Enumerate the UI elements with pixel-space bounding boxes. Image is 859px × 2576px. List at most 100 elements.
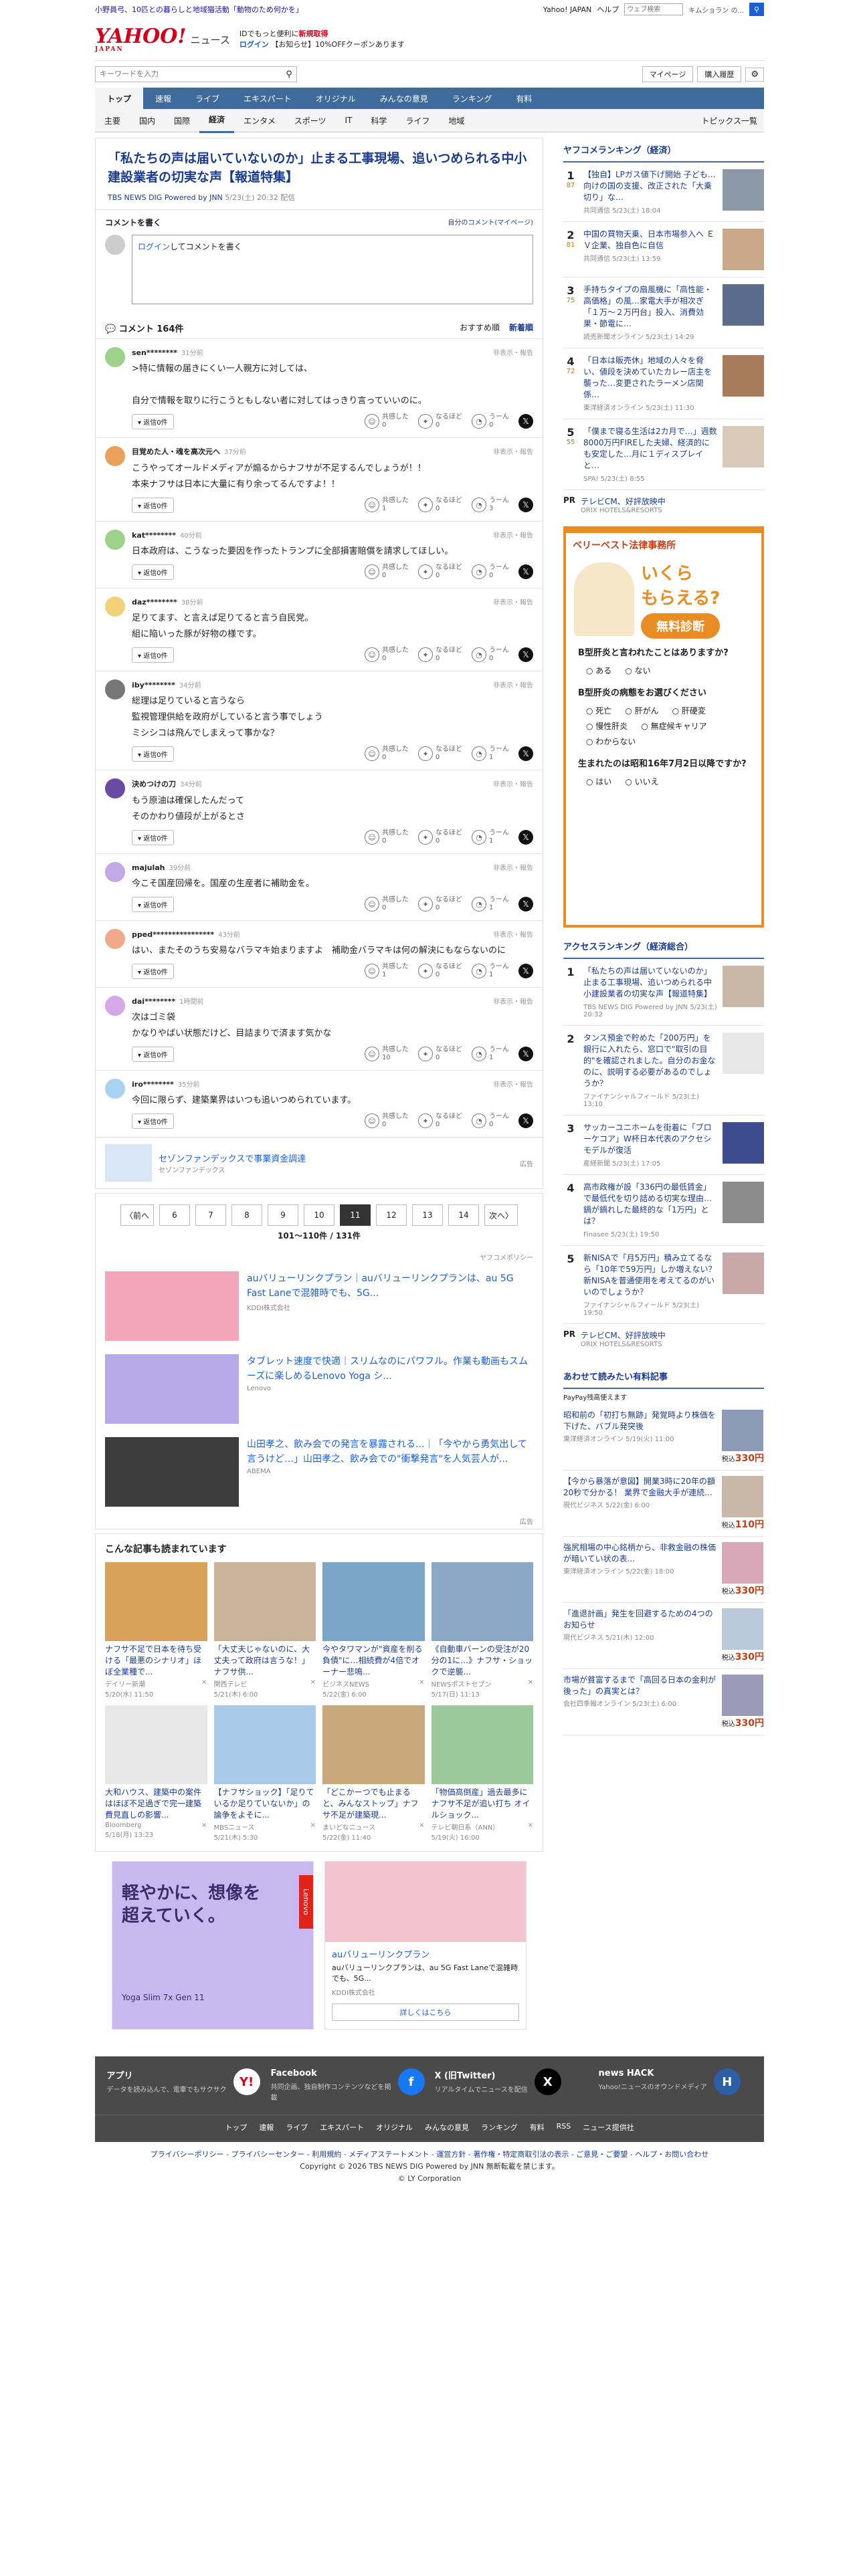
close-icon[interactable]: ×	[201, 1822, 207, 1839]
footer-link[interactable]: エキスパート	[320, 2122, 364, 2133]
ad-item[interactable]: タブレット速度で快適｜スリムなのにパワフル。作業も動画もスムーズに楽しめるLen…	[96, 1348, 543, 1430]
ranking-item[interactable]: 3 サッカーユニホームを街着に「ブローケコア」W杯日本代表のアクセシモデルが復活産…	[563, 1115, 764, 1175]
reply-button[interactable]: ▾ 返信0件	[132, 564, 174, 580]
hmm-button[interactable]: ◔ うーん 1	[472, 829, 509, 845]
insight-button[interactable]: ✦ なるほど 0	[418, 963, 462, 979]
report-link[interactable]: 非表示・報告	[493, 996, 533, 1006]
agree-button[interactable]: ☺ 共感した 0	[365, 647, 409, 663]
avatar[interactable]	[105, 679, 125, 700]
ranking-item[interactable]: 4 高市政権が設「336円の最低賃金」で最低代を切り詰める切実な理由…鍋が鍋れした…	[563, 1175, 764, 1246]
close-icon[interactable]: ×	[310, 1679, 316, 1699]
ranking-item[interactable]: 5 新NISAで「月5万円」積み立てるなら「10年で59万円」しか増えない？ 新N…	[563, 1246, 764, 1324]
x-share-icon[interactable]: 𝕏	[518, 830, 533, 845]
ad-item[interactable]: 山田孝之、飲み会での発言を暴露される...｜「今やから勇気出して言うけど…」山田…	[96, 1430, 543, 1513]
sort-new[interactable]: 新着順	[509, 323, 533, 332]
page-button[interactable]: 11	[340, 1204, 371, 1226]
search-icon[interactable]: ⚲	[282, 70, 296, 80]
recommended-item[interactable]: ナフサ不足で日本を待ち受ける「最悪のシナリオ」ほぼ全業種で... デイリー新潮 5/…	[105, 1562, 207, 1699]
tab-category-8[interactable]: ライフ	[396, 109, 439, 132]
agree-button[interactable]: ☺ 共感した 1	[365, 497, 409, 513]
tab-category-0[interactable]: 主要	[95, 109, 130, 132]
tab-category-5[interactable]: スポーツ	[285, 109, 336, 132]
ranking-item[interactable]: 2 タンス預金で貯めた「200万円」を銀行に入れたら、窓口で"取引の目的"を確認さ…	[563, 1026, 764, 1115]
radio-option[interactable]: 無症候キャリア	[641, 720, 707, 732]
purchase-history-button[interactable]: 購入履歴	[697, 66, 742, 82]
insight-button[interactable]: ✦ なるほど 0	[418, 746, 462, 762]
lenovo-ad[interactable]: 軽やかに、想像を超えていく。 Yoga Slim 7x Gen 11 Lenov…	[112, 1861, 314, 2030]
report-link[interactable]: 非表示・報告	[493, 597, 533, 607]
tab-category-2[interactable]: 国際	[165, 109, 199, 132]
report-link[interactable]: 非表示・報告	[493, 929, 533, 939]
footer-link[interactable]: ランキング	[481, 2122, 518, 2133]
ranking-item[interactable]: 5 55 「僕まで寝る生活は2カ月で…」週数8000万円FIREした夫婦、経済的にも…	[563, 419, 764, 490]
help-link[interactable]: ヘルプ	[597, 4, 619, 15]
close-icon[interactable]: ×	[528, 1679, 533, 1699]
footer-app-item[interactable]: Facebook 共同企画、独自制作コンテンツなどを掲載 f	[271, 2068, 425, 2103]
agree-button[interactable]: ☺ 共感した 0	[365, 1113, 409, 1129]
x-share-icon[interactable]: 𝕏	[518, 1047, 533, 1061]
ranking-item[interactable]: 4 72 「日本は販売休」地域の人々を脅い、値段を決めていたカレー店主を襲った…変更…	[563, 348, 764, 419]
close-icon[interactable]: ×	[419, 1679, 424, 1699]
insight-button[interactable]: ✦ なるほど 0	[418, 1113, 462, 1129]
report-link[interactable]: 非表示・報告	[493, 530, 533, 540]
ranking-item[interactable]: 1 「私たちの声は届いていないのか」止まる工事現場、追いつめられる中小建設業者の切…	[563, 959, 764, 1026]
inline-ad[interactable]: セゾンファンデックスで事業資金調達 セゾンファンデックス 広告	[96, 1137, 543, 1188]
footer-app-item[interactable]: X (旧Twitter) リアルタイムでニュースを配信 X	[435, 2068, 589, 2103]
tab-main-7[interactable]: 有料	[504, 88, 544, 109]
yahoo-logo[interactable]: YAHOO! JAPAN	[95, 26, 187, 53]
reply-button[interactable]: ▾ 返信0件	[132, 1113, 174, 1129]
x-share-icon[interactable]: 𝕏	[518, 414, 533, 429]
report-link[interactable]: 非表示・報告	[493, 679, 533, 689]
footer-link[interactable]: 速報	[259, 2122, 274, 2133]
reply-button[interactable]: ▾ 返信0件	[132, 829, 174, 845]
recommended-item[interactable]: 「物価高倒産」過去最多に ナフサ不足が追い打ち オイルショック... テレビ朝日系…	[431, 1705, 533, 1842]
hmm-button[interactable]: ◔ うーん 0	[472, 647, 509, 663]
footer-link[interactable]: 有料	[530, 2122, 545, 2133]
recommended-item[interactable]: 「大丈夫じゃないのに、大丈夫って政府は言うな！」ナフサ供... 関西テレビ 5/21…	[213, 1562, 316, 1699]
tab-main-0[interactable]: トップ	[95, 88, 144, 109]
ranking-item[interactable]: 1 87 【独自】LPガス値下げ開始 子ども…向けの国の支援、改正された「大乗切り」…	[563, 163, 764, 222]
comment-user[interactable]: iby********	[132, 681, 175, 689]
radio-option[interactable]: 肝がん	[625, 705, 659, 716]
comment-user[interactable]: 目覚めた人・魂を高次元へ	[132, 447, 220, 456]
comment-input[interactable]: ログインしてコメントを書く	[132, 235, 533, 304]
x-share-icon[interactable]: 𝕏	[518, 564, 533, 579]
page-button[interactable]: 12	[376, 1204, 407, 1226]
report-link[interactable]: 非表示・報告	[493, 446, 533, 457]
avatar[interactable]	[105, 996, 125, 1016]
tab-main-4[interactable]: オリジナル	[304, 88, 368, 109]
footer-app-item[interactable]: news HACK Yahoo!ニュースのオウンドメディア H	[599, 2068, 753, 2103]
insight-button[interactable]: ✦ なるほど 0	[418, 497, 462, 513]
agree-button[interactable]: ☺ 共感した 10	[365, 1046, 409, 1062]
insight-button[interactable]: ✦ なるほど 0	[418, 564, 462, 580]
tab-main-3[interactable]: エキスパート	[231, 88, 304, 109]
recommended-item[interactable]: 「どこかーつでも止まると、みんなストップ」ナフサ不足が建築現... まいどなニュー…	[322, 1705, 425, 1842]
comment-user[interactable]: dai********	[132, 997, 175, 1006]
comment-user[interactable]: pped****************	[132, 930, 214, 939]
x-share-icon[interactable]: 𝕏	[518, 498, 533, 512]
agree-button[interactable]: ☺ 共感した 0	[365, 413, 409, 429]
gear-icon[interactable]: ⚙	[745, 67, 764, 82]
report-link[interactable]: 非表示・報告	[493, 862, 533, 872]
pr-item[interactable]: PR テレビCM、好評放映中 ORIX HOTELS&RESORTS	[563, 490, 764, 520]
radio-option[interactable]: いいえ	[625, 776, 659, 787]
reply-button[interactable]: ▾ 返信0件	[132, 963, 174, 979]
yahoo-japan-link[interactable]: Yahoo! JAPAN	[543, 5, 592, 14]
tab-category-6[interactable]: IT	[335, 109, 361, 132]
close-icon[interactable]: ×	[310, 1822, 316, 1842]
reply-button[interactable]: ▾ 返信0件	[132, 647, 174, 663]
hmm-button[interactable]: ◔ うーん 0	[472, 564, 509, 580]
ranking-item[interactable]: 3 75 手持ちタイプの扇風機に「高性能・高価格」の風…家電大手が相次ぎ「１万〜２万…	[563, 278, 764, 348]
report-link[interactable]: 非表示・報告	[493, 778, 533, 789]
x-share-icon[interactable]: 𝕏	[518, 1113, 533, 1128]
insight-button[interactable]: ✦ なるほど 0	[418, 413, 462, 429]
page-button[interactable]: 7	[195, 1204, 226, 1226]
hmm-button[interactable]: ◔ うーん 0	[472, 413, 509, 429]
paid-article[interactable]: 「進退計画」発生を回避するための4つのお知らせ 現代ビジネス 5/21(木) 12…	[563, 1603, 764, 1669]
footer-link[interactable]: トップ	[225, 2122, 247, 2133]
prev-page-button[interactable]: 〈前へ	[120, 1204, 154, 1226]
mypage-button[interactable]: マイページ	[642, 66, 694, 82]
my-comments-link[interactable]: 自分のコメント(マイページ)	[448, 217, 533, 228]
top-promo-link[interactable]: 小野員弓、10匹との暮らしと地域猫活動「動物のため何かを」	[95, 4, 303, 15]
comment-policy-link[interactable]: ヤフコメポリシー	[96, 1249, 543, 1265]
